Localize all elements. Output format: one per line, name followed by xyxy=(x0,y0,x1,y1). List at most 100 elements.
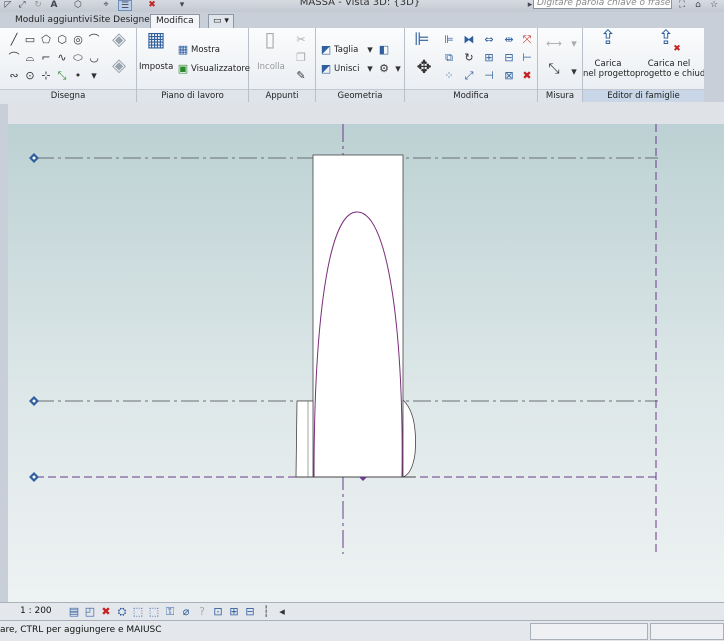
circumscribed-polygon-icon[interactable]: ⬡ xyxy=(56,34,68,46)
split-face-icon[interactable]: ◧ xyxy=(378,44,390,56)
subscription-icon[interactable]: ⌂ xyxy=(692,0,704,10)
mass-box[interactable] xyxy=(312,154,404,478)
unpin-icon[interactable]: ⊠ xyxy=(503,70,515,82)
carica-button-line2[interactable]: nel progetto xyxy=(583,69,635,79)
level-marker-middle[interactable] xyxy=(29,396,39,406)
carica-chiudi-button-line1[interactable]: Carica nel xyxy=(635,59,703,69)
unisci-dropdown-icon[interactable]: ▾ xyxy=(364,63,376,75)
visual-style-icon[interactable]: ◰ xyxy=(84,606,96,618)
analysis-display-icon[interactable]: ⊡ xyxy=(212,606,224,618)
arc-start-end-icon[interactable]: ⌒ xyxy=(88,34,100,46)
trim-multiple-icon[interactable]: ⊢ xyxy=(521,52,533,64)
ellipse-icon[interactable]: ⬭ xyxy=(72,52,84,64)
drawing-area[interactable] xyxy=(8,124,724,602)
dimension-icon[interactable]: ⤢ xyxy=(16,0,28,10)
delete-icon[interactable]: ✖ xyxy=(521,70,533,82)
lock-view-icon[interactable]: ⚿ xyxy=(164,606,176,618)
unisci-button[interactable]: Unisci xyxy=(334,64,359,74)
visualizzatore-button[interactable]: Visualizzatore xyxy=(191,64,250,74)
scale-icon[interactable]: ⤢ xyxy=(463,70,475,82)
highlight-displacement-icon[interactable]: ⊞ xyxy=(228,606,240,618)
measure-dropdown-icon[interactable]: ▾ xyxy=(568,38,580,50)
mass-base-right[interactable] xyxy=(402,399,416,478)
favorites-icon[interactable]: ☆ xyxy=(708,0,720,10)
trim-single-icon[interactable]: ⊟ xyxy=(503,52,515,64)
view-scale[interactable]: 1 : 200 xyxy=(20,606,52,616)
line-icon[interactable]: ╱ xyxy=(8,34,20,46)
thin-lines-icon[interactable]: ☰ xyxy=(118,0,132,11)
mirror-draw-icon[interactable]: ⇔ xyxy=(483,34,495,46)
offset-icon[interactable]: ⊫ xyxy=(443,34,455,46)
circle-icon[interactable]: ◎ xyxy=(72,34,84,46)
match-properties-icon[interactable]: ✎ xyxy=(295,70,307,82)
search-input[interactable]: Digitare parola chiave o frase xyxy=(533,0,672,9)
sun-path-icon[interactable]: ✖ xyxy=(100,606,112,618)
tab-site-designer[interactable]: Site Designer xyxy=(88,14,158,28)
status-field-workset[interactable] xyxy=(530,623,648,640)
taglia-button[interactable]: Taglia xyxy=(334,45,358,55)
detail-level-icon[interactable]: ▤ xyxy=(68,606,80,618)
dimension-dropdown-icon[interactable]: ▾ xyxy=(568,66,580,78)
tangent-arc-icon[interactable]: ⌓ xyxy=(24,52,36,64)
trim-extend-icon[interactable]: ⊞ xyxy=(483,52,495,64)
spline-through-points-icon[interactable]: ∾ xyxy=(8,70,20,82)
copy-icon[interactable]: ❐ xyxy=(295,52,307,64)
view-top-gap xyxy=(0,102,724,124)
move-icon[interactable]: ✥ xyxy=(413,59,435,84)
mirror-axis-icon[interactable]: ⧓ xyxy=(463,34,475,46)
temporary-hide-icon[interactable]: ⌀ xyxy=(180,606,192,618)
paint-icon[interactable]: ⚙ xyxy=(378,63,390,75)
level-marker-bottom[interactable] xyxy=(29,472,39,482)
carica-chiudi-button-line2[interactable]: progetto e chiudi xyxy=(635,69,708,79)
align-icon[interactable]: ⊫ xyxy=(411,31,433,56)
level-marker-top[interactable] xyxy=(29,153,39,163)
inscribed-polygon-icon[interactable]: ⬠ xyxy=(40,34,52,46)
mass-base-left[interactable] xyxy=(295,400,314,478)
crop-view-icon[interactable]: ⬚ xyxy=(132,606,144,618)
shadows-icon[interactable]: ⛭ xyxy=(116,606,128,618)
redo-icon[interactable]: ↻ xyxy=(32,0,44,10)
reference-plane-icon[interactable]: ◈ xyxy=(108,57,130,82)
rotate-icon[interactable]: ↻ xyxy=(463,52,475,64)
cut-icon[interactable]: ✂ xyxy=(295,34,307,46)
quick-access-arrow-icon[interactable]: ◸ xyxy=(2,0,14,10)
pick-lines-icon[interactable]: ⊹ xyxy=(40,70,52,82)
taglia-dropdown-icon[interactable]: ▾ xyxy=(364,44,376,56)
close-hidden-icon[interactable]: ✖ xyxy=(146,0,158,10)
imposta-button[interactable]: Imposta xyxy=(139,62,173,72)
incolla-button[interactable]: Incolla xyxy=(253,62,289,72)
view-3d-icon[interactable]: ⬡ xyxy=(72,0,84,10)
pin-icon[interactable]: ⌖ xyxy=(100,0,112,10)
carica-button-line1[interactable]: Carica xyxy=(583,59,633,69)
mostra-button[interactable]: Mostra xyxy=(191,45,220,55)
more-draw-icon[interactable]: ▾ xyxy=(88,70,100,82)
worksharing-icon[interactable]: ┆ xyxy=(260,606,272,618)
constraints-icon[interactable]: ⊟ xyxy=(244,606,256,618)
scroll-left-icon[interactable]: ◂ xyxy=(276,606,288,618)
fillet-arc-icon[interactable]: ⌐ xyxy=(40,52,52,64)
measure-icon[interactable]: ⟷ xyxy=(542,38,566,50)
pick-faces-icon[interactable]: ⤡ xyxy=(56,70,68,82)
show-crop-icon[interactable]: ⬚ xyxy=(148,606,160,618)
split-icon[interactable]: ⇹ xyxy=(503,34,515,46)
origin-marker-icon[interactable] xyxy=(359,477,367,481)
copy-element-icon[interactable]: ⧉ xyxy=(443,52,455,64)
text-icon[interactable]: A xyxy=(48,0,60,10)
partial-ellipse-icon[interactable]: ◡ xyxy=(88,52,100,64)
dropdown-arrow-icon[interactable]: ▾ xyxy=(176,0,188,10)
plane-icon[interactable]: ◈ xyxy=(108,31,130,56)
aligned-dimension-icon[interactable]: ⤡ xyxy=(542,62,566,76)
reveal-hidden-icon[interactable]: ? xyxy=(196,606,208,618)
tab-moduli-aggiuntivi[interactable]: Moduli aggiuntivi xyxy=(10,14,97,28)
pin-element-icon[interactable]: ⊣ xyxy=(483,70,495,82)
arc-center-icon[interactable]: ⌒ xyxy=(8,52,20,64)
point-icon[interactable]: • xyxy=(72,70,84,82)
status-field-filter[interactable] xyxy=(650,623,724,640)
split-gap-icon[interactable]: ⤧ xyxy=(521,34,533,46)
paint-dropdown-icon[interactable]: ▾ xyxy=(392,63,404,75)
binoculars-icon[interactable]: ⛶ xyxy=(676,0,688,10)
array-icon[interactable]: ⁘ xyxy=(443,70,455,82)
rectangle-icon[interactable]: ▭ xyxy=(24,34,36,46)
spline-icon[interactable]: ∿ xyxy=(56,52,68,64)
ellipse-point-icon[interactable]: ⊙ xyxy=(24,70,36,82)
